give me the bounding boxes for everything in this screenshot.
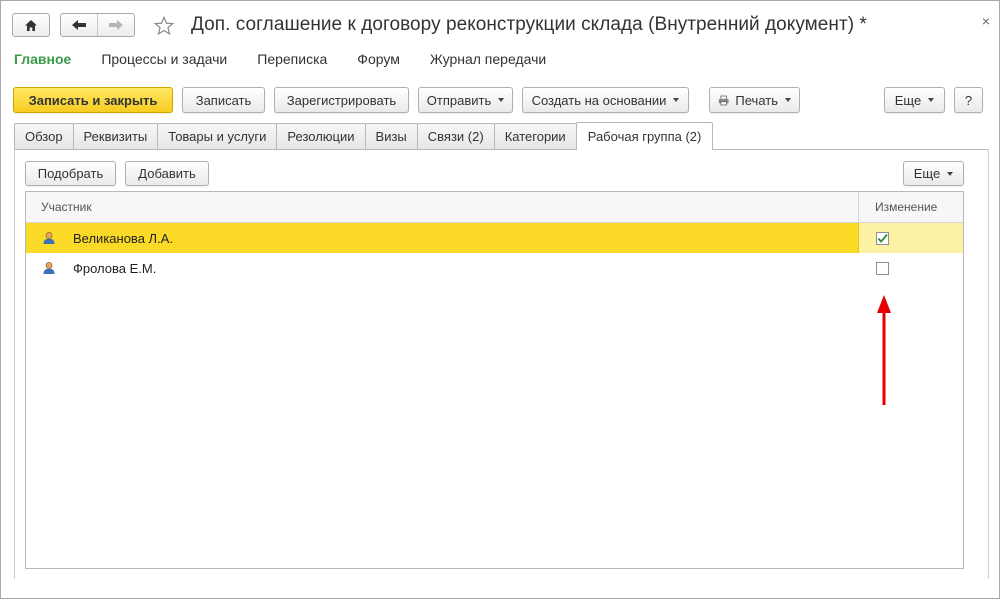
- more-button[interactable]: Еще: [884, 87, 945, 113]
- user-icon: [42, 231, 56, 245]
- user-icon: [42, 261, 56, 275]
- tab-resolutions[interactable]: Резолюции: [276, 123, 366, 149]
- pick-button[interactable]: Подобрать: [25, 161, 116, 186]
- favorite-button[interactable]: [151, 13, 177, 39]
- pick-label: Подобрать: [37, 166, 104, 181]
- tab-goods-services[interactable]: Товары и услуги: [157, 123, 278, 149]
- print-button[interactable]: Печать: [709, 87, 800, 113]
- change-cell: [859, 253, 963, 283]
- column-header-participant[interactable]: Участник: [26, 192, 859, 222]
- printer-icon: [718, 95, 729, 105]
- arrow-left-icon: [72, 20, 86, 30]
- send-label: Отправить: [426, 92, 492, 108]
- nav-transfer-log[interactable]: Журнал передачи: [430, 51, 546, 67]
- tab-attributes[interactable]: Реквизиты: [72, 123, 159, 149]
- tab-working-group[interactable]: Рабочая группа (2): [575, 122, 714, 150]
- arrow-right-icon: [109, 20, 123, 30]
- participant-name: Великанова Л.А.: [73, 230, 173, 246]
- close-icon[interactable]: ×: [978, 13, 994, 29]
- change-checkbox[interactable]: [876, 231, 889, 245]
- chevron-down-icon: [947, 171, 954, 176]
- register-label: Зарегистрировать: [286, 92, 397, 108]
- panel-more-label: Еще: [913, 166, 941, 181]
- save-and-close-button[interactable]: Записать и закрыть: [13, 87, 173, 113]
- chevron-down-icon: [785, 98, 791, 102]
- back-button[interactable]: [61, 14, 97, 36]
- save-button[interactable]: Записать: [182, 87, 265, 113]
- send-button[interactable]: Отправить: [418, 87, 513, 113]
- tab-links[interactable]: Связи (2): [416, 123, 495, 149]
- help-label: ?: [964, 92, 973, 108]
- help-button[interactable]: ?: [954, 87, 983, 113]
- nav-forum[interactable]: Форум: [357, 51, 400, 67]
- column-header-change[interactable]: Изменение: [859, 192, 963, 222]
- panel-more-button[interactable]: Еще: [903, 161, 964, 186]
- table-row[interactable]: Великанова Л.А.: [26, 223, 963, 253]
- chevron-down-icon: [498, 98, 505, 102]
- nav-correspondence[interactable]: Переписка: [257, 51, 327, 67]
- history-navigation: [60, 13, 135, 37]
- create-based-on-button[interactable]: Создать на основании: [522, 87, 689, 113]
- change-checkbox[interactable]: [876, 261, 889, 275]
- star-icon: [153, 15, 175, 36]
- nav-processes[interactable]: Процессы и задачи: [101, 51, 227, 67]
- chevron-down-icon: [673, 98, 680, 102]
- participant-cell[interactable]: Фролова Е.М.: [26, 253, 859, 283]
- section-navigation: Главное Процессы и задачи Переписка Фору…: [14, 51, 576, 67]
- print-label: Печать: [735, 92, 778, 108]
- annotation-arrow-icon: [877, 295, 891, 405]
- checkmark-icon: [877, 233, 888, 243]
- more-label: Еще: [894, 92, 922, 108]
- participant-cell[interactable]: Великанова Л.А.: [26, 223, 859, 253]
- tab-bar: Обзор Реквизиты Товары и услуги Резолюци…: [14, 122, 714, 150]
- tab-overview[interactable]: Обзор: [14, 123, 74, 149]
- register-button[interactable]: Зарегистрировать: [274, 87, 409, 113]
- add-button[interactable]: Добавить: [125, 161, 209, 186]
- home-button[interactable]: [12, 13, 50, 37]
- save-and-close-label: Записать и закрыть: [28, 92, 158, 108]
- save-label: Записать: [195, 92, 252, 108]
- tab-visas[interactable]: Визы: [364, 123, 418, 149]
- table-row[interactable]: Фролова Е.М.: [26, 253, 963, 283]
- chevron-down-icon: [928, 98, 935, 102]
- document-window: Доп. соглашение к договору реконструкции…: [0, 0, 1000, 599]
- table-header: Участник Изменение: [26, 192, 963, 223]
- participant-name: Фролова Е.М.: [73, 260, 157, 276]
- forward-button[interactable]: [97, 14, 134, 36]
- nav-main[interactable]: Главное: [14, 51, 71, 67]
- add-label: Добавить: [138, 166, 196, 181]
- document-title: Доп. соглашение к договору реконструкции…: [191, 14, 867, 35]
- participants-table: Участник Изменение Великанова Л.А. Фроло…: [25, 191, 964, 569]
- create-based-on-label: Создать на основании: [531, 92, 667, 108]
- home-icon: [25, 19, 37, 31]
- tab-categories[interactable]: Категории: [493, 123, 577, 149]
- change-cell: [859, 223, 963, 253]
